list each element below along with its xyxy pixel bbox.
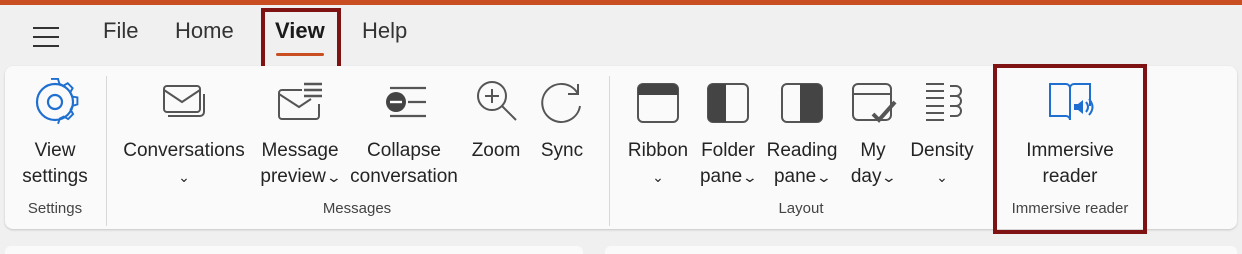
collapse-conversation-button[interactable]: Collapse conversation xyxy=(348,66,460,206)
ribbon: View settings Settings Conversations ⌄ M… xyxy=(5,66,1237,229)
reading-pane-edge xyxy=(605,246,1237,254)
chevron-down-icon: ⌄ xyxy=(652,169,664,185)
message-list-pane-edge xyxy=(5,246,583,254)
conversations-label: Conversations ⌄ xyxy=(121,138,247,190)
density-button[interactable]: Density ⌄ xyxy=(905,66,979,206)
book-speaker-icon xyxy=(1044,76,1096,128)
tab-home[interactable]: Home xyxy=(175,17,234,45)
immersive-reader-button[interactable]: Immersive reader xyxy=(1000,66,1140,206)
tab-help[interactable]: Help xyxy=(362,17,407,45)
density-icon xyxy=(916,76,968,128)
chevron-down-icon: ⌄ xyxy=(881,169,898,185)
reading-pane-label: Reading pane⌄ xyxy=(763,138,841,190)
chevron-down-icon: ⌄ xyxy=(936,169,948,185)
sync-label: Sync xyxy=(540,140,584,161)
collapse-list-icon xyxy=(378,76,430,128)
envelope-lines-icon xyxy=(274,76,326,128)
gear-icon xyxy=(29,76,81,128)
folder-pane-label: Folder pane⌄ xyxy=(695,138,761,190)
group-label-settings: Settings xyxy=(27,200,83,217)
tab-file[interactable]: File xyxy=(103,17,138,45)
conversations-button[interactable]: Conversations ⌄ xyxy=(121,66,247,206)
group-label-immersive-reader: Immersive reader xyxy=(1011,200,1129,217)
zoom-label: Zoom xyxy=(471,140,521,161)
message-preview-label: Message preview⌄ xyxy=(254,138,346,190)
menu-bar: File Home View Help xyxy=(0,5,1242,63)
my-day-button[interactable]: My day⌄ xyxy=(843,66,903,206)
hamburger-menu-icon[interactable] xyxy=(33,27,59,47)
reading-pane-button[interactable]: Reading pane⌄ xyxy=(763,66,841,206)
ribbon-layout-button[interactable]: Ribbon ⌄ xyxy=(623,66,693,206)
chevron-down-icon: ⌄ xyxy=(325,169,342,185)
view-settings-label: View settings xyxy=(22,140,88,187)
sync-button[interactable]: Sync xyxy=(531,66,593,206)
chevron-down-icon: ⌄ xyxy=(741,169,759,185)
reading-pane-icon xyxy=(776,76,828,128)
group-divider xyxy=(106,76,107,226)
tab-view[interactable]: View xyxy=(275,17,325,45)
calendar-check-icon xyxy=(847,76,899,128)
refresh-icon xyxy=(536,76,588,128)
envelope-stack-icon xyxy=(158,76,210,128)
message-preview-button[interactable]: Message preview⌄ xyxy=(254,66,346,206)
view-settings-button[interactable]: View settings xyxy=(15,66,95,206)
group-label-layout: Layout xyxy=(778,200,824,217)
ribbon-layout-icon xyxy=(632,76,684,128)
collapse-conversation-label: Collapse conversation xyxy=(350,140,458,187)
chevron-down-icon: ⌄ xyxy=(815,169,833,185)
zoom-in-icon xyxy=(470,76,522,128)
folder-pane-icon xyxy=(702,76,754,128)
group-label-messages: Messages xyxy=(322,200,392,217)
group-divider xyxy=(609,76,610,226)
chevron-down-icon: ⌄ xyxy=(178,169,190,185)
my-day-label: My day⌄ xyxy=(843,138,903,190)
active-tab-indicator xyxy=(276,53,324,56)
immersive-reader-label: Immersive reader xyxy=(1026,140,1114,187)
zoom-button[interactable]: Zoom xyxy=(463,66,529,206)
folder-pane-button[interactable]: Folder pane⌄ xyxy=(695,66,761,206)
ribbon-label: Ribbon ⌄ xyxy=(623,138,693,190)
density-label: Density ⌄ xyxy=(905,138,979,190)
